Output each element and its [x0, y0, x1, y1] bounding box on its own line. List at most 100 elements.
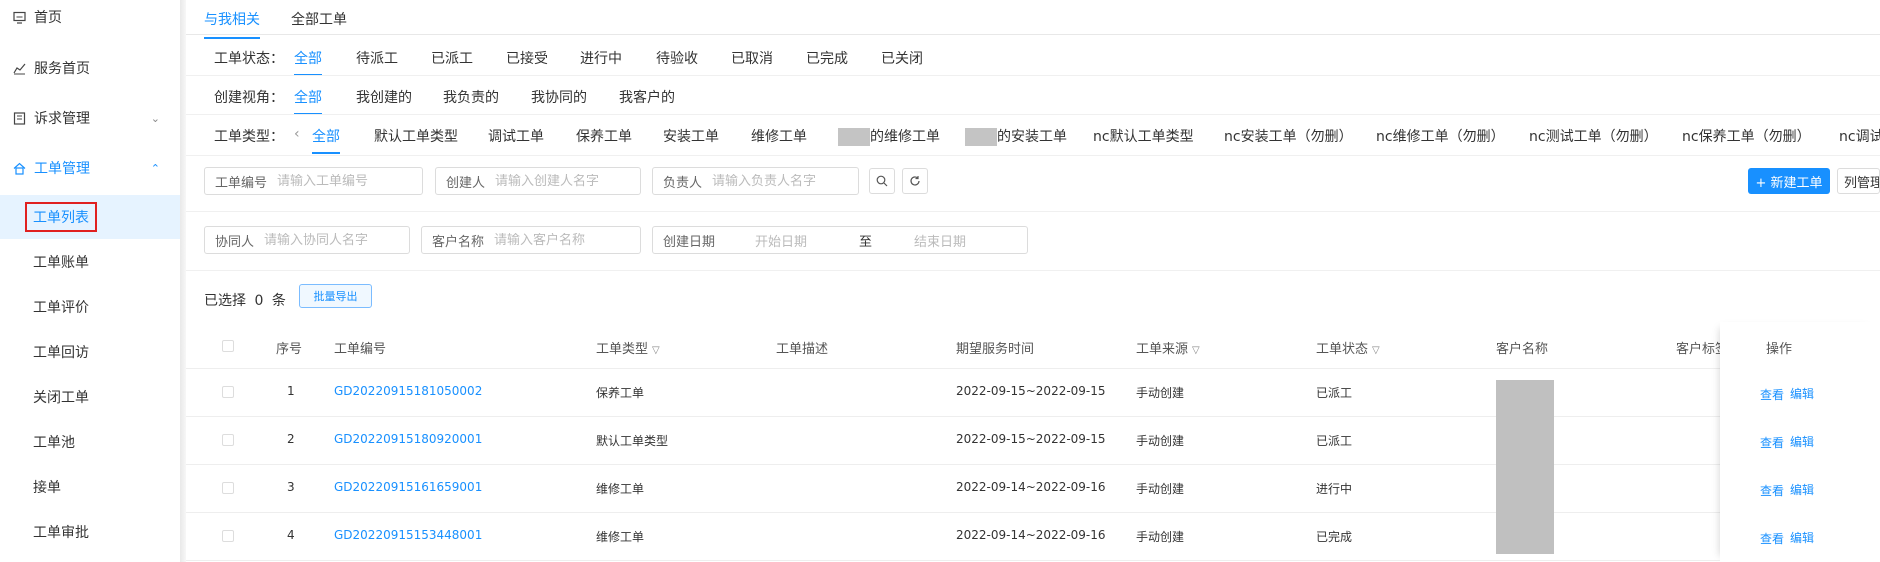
order-no-link[interactable]: GD20220915180920001: [334, 432, 482, 446]
type-option[interactable]: 调试工单: [488, 126, 544, 146]
owner-field[interactable]: 负责人: [652, 167, 859, 195]
status-option[interactable]: 已取消: [731, 48, 773, 68]
type-option[interactable]: 默认工单类型: [374, 126, 458, 146]
edit-link[interactable]: 编辑: [1790, 385, 1814, 402]
row-checkbox[interactable]: [222, 386, 234, 398]
monitor-icon: [12, 10, 26, 24]
collaborator-field[interactable]: 协同人: [204, 226, 410, 254]
filter-icon[interactable]: ▽: [652, 345, 660, 356]
customer-field[interactable]: 客户名称: [421, 226, 641, 254]
new-order-button[interactable]: + 新建工单: [1748, 168, 1830, 194]
sidebar-item-request-manage[interactable]: 诉求管理 ⌄: [0, 96, 180, 140]
reset-button[interactable]: [902, 168, 928, 194]
sidebar-sub-accept-order[interactable]: 接单: [0, 465, 180, 509]
view-option[interactable]: 我客户的: [619, 87, 675, 107]
sidebar-sub-order-revisit[interactable]: 工单回访: [0, 330, 180, 374]
row-checkbox[interactable]: [222, 434, 234, 446]
view-option[interactable]: 我协同的: [531, 87, 587, 107]
sidebar-sub-order-pool[interactable]: 工单池: [0, 420, 180, 464]
view-option[interactable]: 我创建的: [356, 87, 412, 107]
owner-input[interactable]: [712, 173, 853, 189]
type-filter-label: 工单类型：: [214, 129, 284, 145]
view-option[interactable]: 我负责的: [443, 87, 499, 107]
sidebar-sub-order-bill[interactable]: 工单账单: [0, 240, 180, 284]
filter-icon[interactable]: ▽: [1192, 345, 1200, 356]
type-option[interactable]: nc调试: [1839, 126, 1880, 146]
type-option[interactable]: nc默认工单类型: [1093, 126, 1194, 146]
sidebar-item-home[interactable]: 首页: [0, 0, 180, 39]
divider: [186, 114, 1880, 115]
end-date-input[interactable]: 结束日期: [914, 231, 966, 250]
search-icon: [876, 175, 888, 187]
creator-input[interactable]: [495, 173, 636, 189]
sidebar-item-label: 服务首页: [34, 61, 90, 77]
sidebar-sub-close-order[interactable]: 关闭工单: [0, 375, 180, 419]
type-option[interactable]: nc维修工单（勿删）: [1376, 126, 1505, 146]
table-row[interactable]: 4 GD20220915153448001 维修工单 2022-09-14~20…: [186, 512, 1880, 561]
status-option[interactable]: 待派工: [356, 48, 398, 68]
type-option[interactable]: nc保养工单（勿删）: [1682, 126, 1811, 146]
status-option[interactable]: 已派工: [431, 48, 473, 68]
edit-link[interactable]: 编辑: [1790, 481, 1814, 498]
start-date-input[interactable]: 开始日期: [755, 231, 807, 250]
select-all-checkbox[interactable]: [222, 340, 234, 352]
col-order-no: 工单编号: [334, 342, 387, 357]
order-no-link[interactable]: GD20220915161659001: [334, 480, 482, 494]
type-option-masked[interactable]: 的安装工单: [965, 126, 1067, 146]
column-manage-button[interactable]: 列管理: [1837, 168, 1880, 194]
status-option[interactable]: 已完成: [806, 48, 848, 68]
tab-all-orders[interactable]: 全部工单: [291, 9, 347, 29]
date-separator: 至: [859, 234, 873, 250]
edit-link[interactable]: 编辑: [1790, 433, 1814, 450]
sidebar-item-label: 诉求管理: [34, 111, 90, 127]
create-date-field[interactable]: 创建日期 开始日期 至 结束日期: [652, 226, 1028, 254]
sidebar-item-service-home[interactable]: 服务首页: [0, 46, 180, 90]
col-customer-name: 客户名称: [1496, 342, 1549, 357]
search-button[interactable]: [869, 168, 895, 194]
type-option-masked[interactable]: 的维修工单: [838, 126, 940, 146]
type-option[interactable]: nc测试工单（勿删）: [1529, 126, 1658, 146]
type-option-all[interactable]: 全部: [312, 126, 340, 154]
status-option-all[interactable]: 全部: [294, 48, 322, 76]
type-option[interactable]: 保养工单: [576, 126, 632, 146]
sidebar-sub-order-review[interactable]: 工单评价: [0, 285, 180, 329]
view-option-all[interactable]: 全部: [294, 87, 322, 115]
table-row[interactable]: 3 GD20220915161659001 维修工单 2022-09-14~20…: [186, 464, 1880, 513]
col-index: 序号: [276, 342, 303, 357]
sidebar-sub-order-approval[interactable]: 工单审批: [0, 510, 180, 554]
order-no-field[interactable]: 工单编号: [204, 167, 423, 195]
order-no-input[interactable]: [277, 173, 418, 189]
filter-icon[interactable]: ▽: [1372, 345, 1380, 356]
view-link[interactable]: 查看: [1760, 530, 1784, 547]
create-date-label: 创建日期: [663, 234, 716, 250]
sidebar-item-order-manage[interactable]: 工单管理 ⌃: [0, 146, 180, 190]
view-link[interactable]: 查看: [1760, 434, 1784, 451]
table-row[interactable]: 2 GD20220915180920001 默认工单类型 2022-09-15~…: [186, 416, 1880, 465]
customer-input[interactable]: [494, 232, 635, 248]
status-option[interactable]: 进行中: [580, 48, 622, 68]
view-link[interactable]: 查看: [1760, 482, 1784, 499]
view-filter-row: 创建视角： 全部 我创建的 我负责的 我协同的 我客户的: [186, 77, 1880, 115]
order-no-link[interactable]: GD20220915181050002: [334, 384, 482, 398]
status-option[interactable]: 已接受: [506, 48, 548, 68]
collaborator-input[interactable]: [264, 232, 405, 248]
sidebar-sub-order-list[interactable]: 工单列表: [0, 195, 180, 239]
status-option[interactable]: 待验收: [656, 48, 698, 68]
col-order-source: 工单来源 ▽: [1136, 342, 1200, 357]
creator-field[interactable]: 创建人: [435, 167, 641, 195]
view-link[interactable]: 查看: [1760, 386, 1784, 403]
row-checkbox[interactable]: [222, 482, 234, 494]
order-no-link[interactable]: GD20220915153448001: [334, 528, 482, 542]
edit-link[interactable]: 编辑: [1790, 529, 1814, 546]
batch-export-button[interactable]: 批量导出: [299, 284, 372, 308]
scroll-left-icon[interactable]: ‹: [294, 126, 300, 142]
type-option[interactable]: 安装工单: [663, 126, 719, 146]
type-option[interactable]: 维修工单: [751, 126, 807, 146]
row-checkbox[interactable]: [222, 530, 234, 542]
tab-related-to-me[interactable]: 与我相关: [204, 9, 260, 39]
type-option[interactable]: nc安装工单（勿删）: [1224, 126, 1353, 146]
status-option[interactable]: 已关闭: [881, 48, 923, 68]
table-row[interactable]: 1 GD20220915181050002 保养工单 2022-09-15~20…: [186, 368, 1880, 417]
status-filter-label: 工单状态：: [214, 51, 284, 67]
view-filter-label: 创建视角：: [214, 90, 284, 106]
